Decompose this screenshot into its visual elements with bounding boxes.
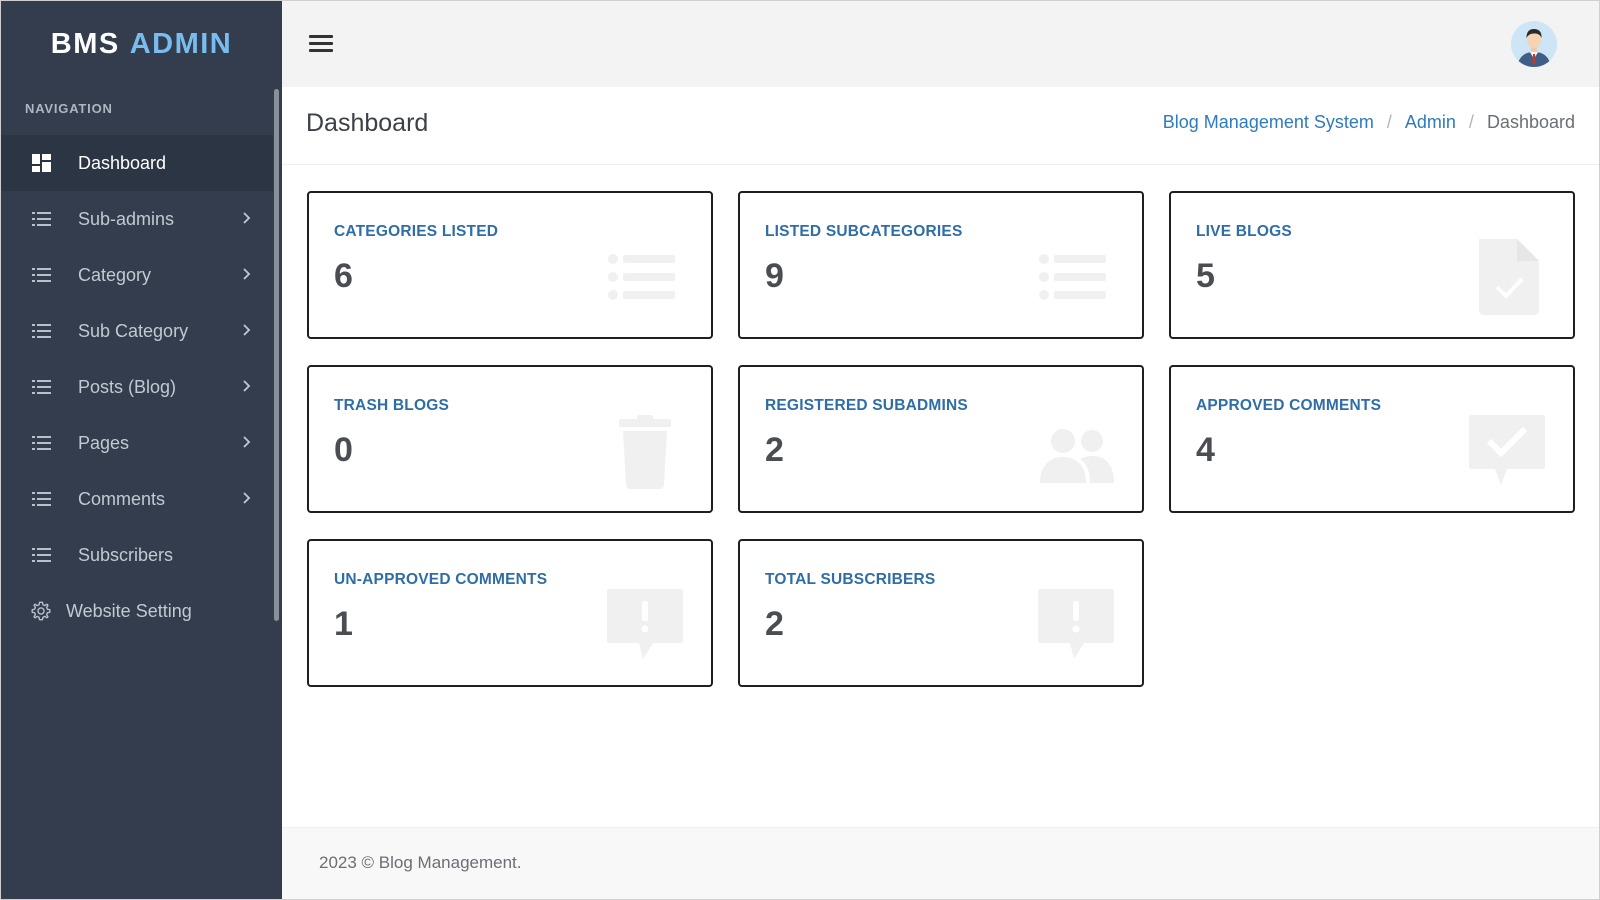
card-title: LISTED SUBCATEGORIES [765,223,963,240]
card-value: 5 [1196,257,1215,295]
card-title: REGISTERED SUBADMINS [765,397,968,414]
topbar [282,1,1599,87]
footer: 2023 © Blog Management. [282,827,1599,899]
stat-card-live-blogs[interactable]: LIVE BLOGS 5 [1169,191,1575,339]
sidebar-item-label: Pages [78,433,130,453]
list-icon [1039,254,1106,300]
breadcrumb-link-admin[interactable]: Admin [1405,112,1456,133]
card-title: TOTAL SUBSCRIBERS [765,571,936,588]
page-header: Dashboard Blog Management System / Admin… [282,87,1599,165]
sidebar-item-label: Website Setting [66,601,192,621]
sidebar-item-sub-category[interactable]: Sub Category [1,303,273,359]
sidebar-item-label: Category [78,265,152,285]
list-icon [32,492,51,506]
brand-logo[interactable]: BMS ADMIN [1,1,282,87]
sidebar-item-label: Subscribers [78,545,174,565]
stat-card-trash-blogs[interactable]: TRASH BLOGS 0 [307,365,713,513]
nav-section-title: NAVIGATION [25,101,113,116]
card-title: TRASH BLOGS [334,397,450,414]
sidebar: BMS ADMIN NAVIGATION Dashboard Sub-admin… [1,1,282,899]
list-icon [32,212,51,226]
card-value: 6 [334,257,353,295]
card-value: 2 [765,605,784,643]
user-avatar[interactable] [1511,21,1557,67]
stat-card-registered-subadmins[interactable]: REGISTERED SUBADMINS 2 [738,365,1144,513]
card-title: APPROVED COMMENTS [1196,397,1382,414]
sidebar-item-posts[interactable]: Posts (Blog) [1,359,273,415]
comment-check-icon [1469,415,1545,485]
card-value: 2 [765,431,784,469]
sidebar-item-category[interactable]: Category [1,247,273,303]
chevron-right-icon [243,212,251,224]
stat-card-unapproved-comments[interactable]: UN-APPROVED COMMENTS 1 [307,539,713,687]
list-icon [32,380,51,394]
sidebar-scrollbar[interactable] [274,89,279,621]
card-title: CATEGORIES LISTED [334,223,499,240]
breadcrumb-link-home[interactable]: Blog Management System [1163,112,1374,133]
sidebar-item-subscribers[interactable]: Subscribers [1,527,273,583]
chevron-right-icon [243,380,251,392]
list-icon [608,254,675,300]
brand-part-1: BMS [50,27,120,60]
card-value: 4 [1196,431,1215,469]
list-icon [32,548,51,562]
sidebar-item-label: Sub-admins [78,209,175,229]
brand-part-2: ADMIN [129,27,233,60]
stat-card-categories[interactable]: CATEGORIES LISTED 6 [307,191,713,339]
breadcrumb-separator: / [1386,112,1392,132]
card-value: 9 [765,257,784,295]
breadcrumb-current: Dashboard [1486,112,1575,132]
hamburger-icon[interactable] [309,35,333,53]
chevron-right-icon [243,268,251,280]
sidebar-item-pages[interactable]: Pages [1,415,273,471]
gear-icon [31,601,51,621]
user-avatar-icon [1511,21,1557,67]
sidebar-item-website-setting[interactable]: Website Setting [1,583,273,639]
comment-alert-icon [1038,589,1114,659]
sidebar-item-label: Comments [78,489,166,509]
sidebar-item-label: Dashboard [78,153,167,173]
breadcrumb: Blog Management System / Admin / Dashboa… [1163,112,1575,133]
file-check-icon [1479,239,1539,315]
chevron-right-icon [243,492,251,504]
sidebar-item-label: Posts (Blog) [78,377,177,397]
footer-copyright: 2023 © Blog Management. [319,853,522,872]
sidebar-item-sub-admins[interactable]: Sub-admins [1,191,273,247]
chevron-right-icon [243,436,251,448]
stat-card-total-subscribers[interactable]: TOTAL SUBSCRIBERS 2 [738,539,1144,687]
sidebar-item-dashboard[interactable]: Dashboard [1,135,273,191]
breadcrumb-separator: / [1468,112,1474,132]
card-value: 1 [334,605,353,643]
chevron-right-icon [243,324,251,336]
card-title: LIVE BLOGS [1196,223,1292,240]
users-icon [1040,429,1114,483]
stat-card-subcategories[interactable]: LISTED SUBCATEGORIES 9 [738,191,1144,339]
sidebar-item-comments[interactable]: Comments [1,471,273,527]
sidebar-item-label: Sub Category [78,321,189,341]
card-value: 0 [334,431,353,469]
card-title: UN-APPROVED COMMENTS [334,571,548,588]
page-title: Dashboard [306,109,429,137]
list-icon [32,324,51,338]
list-icon [32,436,51,450]
trash-icon [619,415,671,489]
comment-alert-icon [607,589,683,659]
dashboard-icon [32,154,51,172]
stat-card-approved-comments[interactable]: APPROVED COMMENTS 4 [1169,365,1575,513]
list-icon [32,268,51,282]
